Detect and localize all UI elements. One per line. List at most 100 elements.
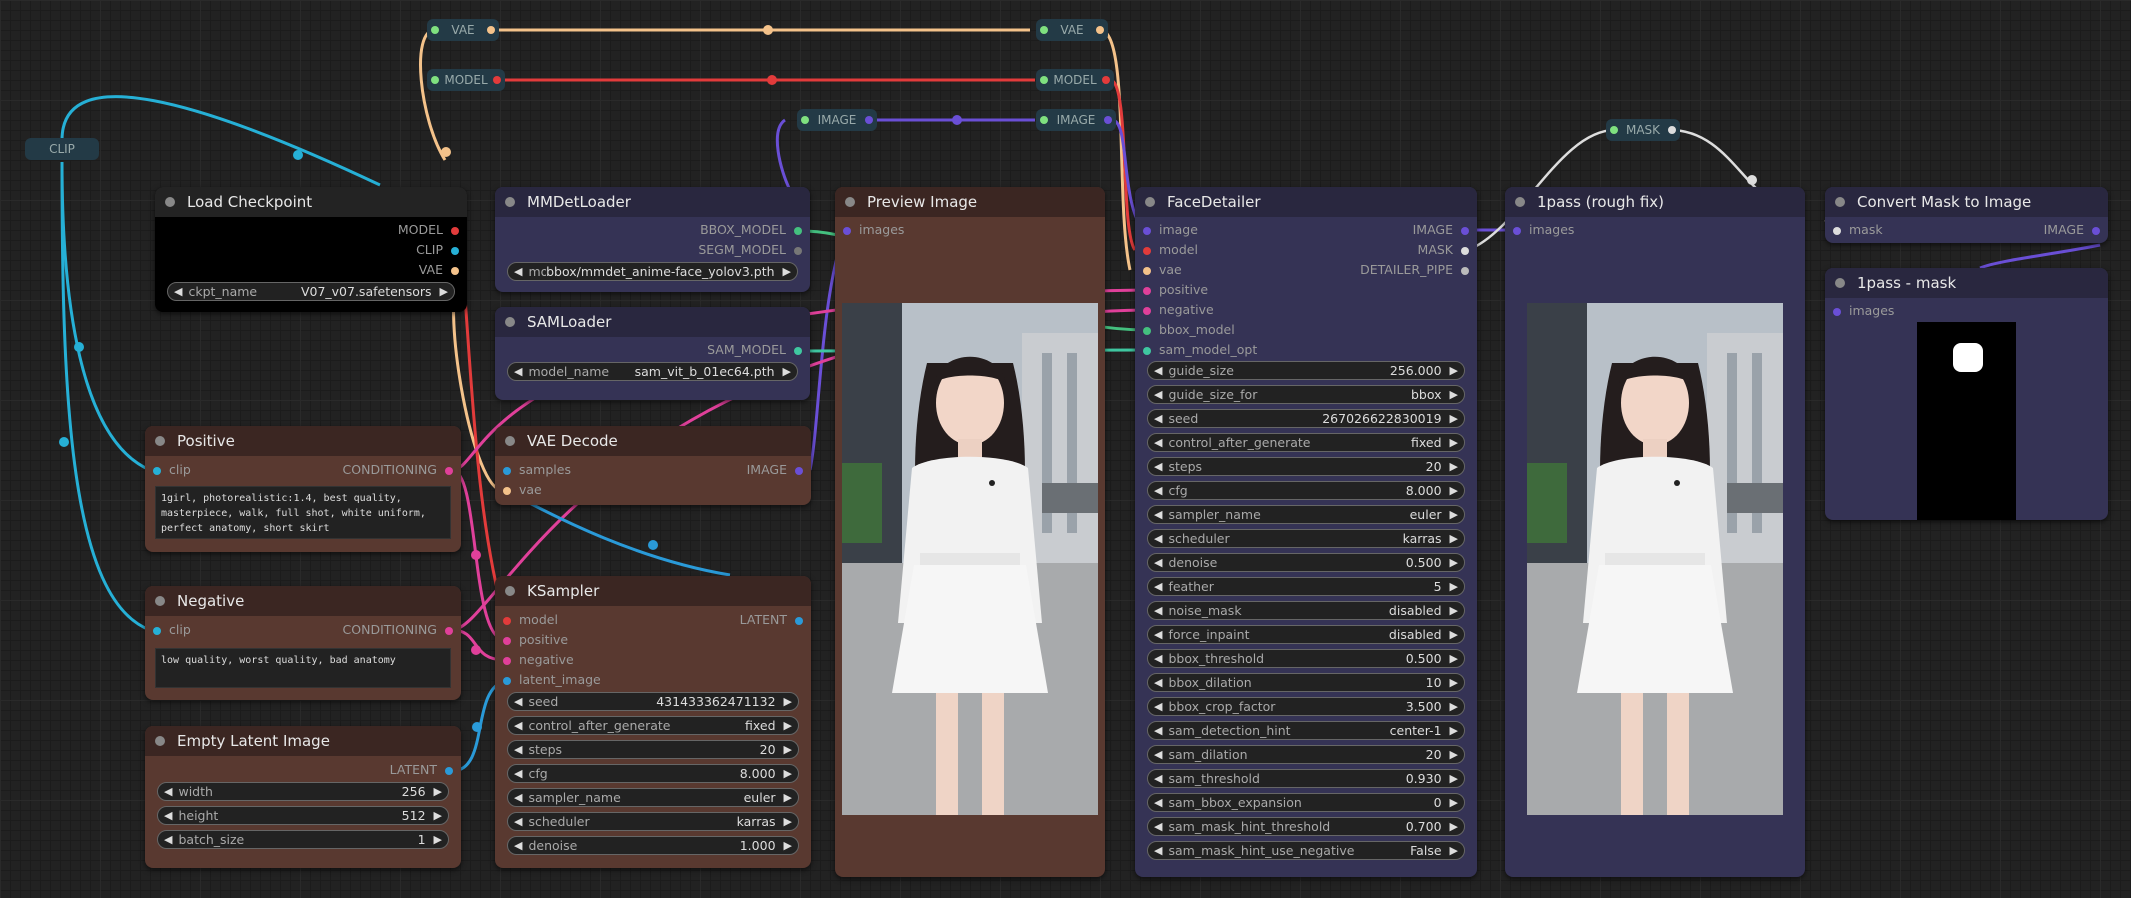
arrow-right-icon[interactable]: ▶	[1450, 724, 1458, 737]
input-positive[interactable]: positive	[1143, 282, 1208, 298]
collapse-dot[interactable]	[505, 586, 515, 596]
arrow-right-icon[interactable]: ▶	[1450, 508, 1458, 521]
sam-bbox-expansion-widget[interactable]: ◀ sam_bbox_expansion 0 ▶	[1147, 793, 1465, 812]
arrow-left-icon[interactable]: ◀	[1154, 628, 1162, 641]
arrow-left-icon[interactable]: ◀	[514, 767, 522, 780]
arrow-left-icon[interactable]: ◀	[1154, 532, 1162, 545]
conditioning-dot[interactable]	[503, 636, 511, 645]
arrow-right-icon[interactable]: ▶	[1450, 748, 1458, 761]
output-model[interactable]: MODEL	[398, 222, 459, 238]
arrow-left-icon[interactable]: ◀	[514, 365, 522, 378]
mmdet-model-combo[interactable]: ◀model_namebbox/mmdet_anime-face_yolov3.…	[507, 262, 798, 281]
image-in-dot[interactable]	[801, 116, 809, 124]
conditioning-dot[interactable]	[503, 656, 511, 665]
cfg-widget[interactable]: ◀ cfg 8.000 ▶	[1147, 481, 1465, 500]
collapse-dot[interactable]	[1515, 197, 1525, 207]
output-segm-model[interactable]: SEGM_MODEL	[698, 242, 802, 258]
noise-mask-widget[interactable]: ◀ noise_mask disabled ▶	[1147, 601, 1465, 620]
collapse-dot[interactable]	[155, 596, 165, 606]
reroute-image-left[interactable]: IMAGE	[797, 109, 877, 131]
bbox-dot[interactable]	[794, 226, 802, 235]
sam-mask-hint-use-negative-widget[interactable]: ◀ sam_mask_hint_use_negative False ▶	[1147, 841, 1465, 860]
image-dot[interactable]	[1143, 226, 1151, 235]
arrow-right-icon[interactable]: ▶	[783, 365, 791, 378]
output-bbox-model[interactable]: BBOX_MODEL	[700, 222, 802, 238]
sam-detection-hint-widget[interactable]: ◀ sam_detection_hint center-1 ▶	[1147, 721, 1465, 740]
sampler-name-widget[interactable]: ◀ sampler_name euler ▶	[1147, 505, 1465, 524]
output-conditioning[interactable]: CONDITIONING	[343, 462, 453, 478]
node-title[interactable]: 1pass - mask	[1825, 268, 2108, 298]
arrow-left-icon[interactable]: ◀	[1154, 820, 1162, 833]
latent-dot[interactable]	[503, 466, 511, 475]
guide-size-widget[interactable]: ◀ guide_size 256.000 ▶	[1147, 361, 1465, 380]
node-title[interactable]: 1pass (rough fix)	[1505, 187, 1805, 217]
arrow-right-icon[interactable]: ▶	[1450, 556, 1458, 569]
vae-in-dot[interactable]	[1040, 26, 1048, 34]
arrow-left-icon[interactable]: ◀	[1154, 508, 1162, 521]
node-title[interactable]: Preview Image	[835, 187, 1105, 217]
node-title[interactable]: Positive	[145, 426, 461, 456]
node-title[interactable]: MMDetLoader	[495, 187, 810, 217]
reroute-vae-left[interactable]: VAE	[427, 19, 499, 41]
load-checkpoint-node[interactable]: Load Checkpoint MODEL CLIP VAE ◀ ckpt_nam…	[155, 187, 467, 312]
input-latent-image[interactable]: latent_image	[503, 672, 601, 688]
reroute-clip[interactable]: CLIP	[25, 138, 99, 160]
input-images[interactable]: images	[1833, 303, 1894, 319]
arrow-right-icon[interactable]: ▶	[784, 767, 792, 780]
mask-preview-image[interactable]	[1917, 322, 2016, 520]
output-conditioning[interactable]: CONDITIONING	[343, 622, 453, 638]
vae-dot[interactable]	[451, 266, 459, 275]
arrow-left-icon[interactable]: ◀	[514, 719, 522, 732]
guide-size-for-widget[interactable]: ◀ guide_size_for bbox ▶	[1147, 385, 1465, 404]
scheduler-widget[interactable]: ◀ scheduler karras ▶	[507, 812, 799, 831]
input-image[interactable]: image	[1143, 222, 1198, 238]
node-title[interactable]: Load Checkpoint	[155, 187, 467, 217]
model-dot[interactable]	[503, 616, 511, 625]
input-images[interactable]: images	[843, 222, 904, 238]
arrow-left-icon[interactable]: ◀	[1154, 412, 1162, 425]
model-out-dot[interactable]	[493, 76, 501, 84]
arrow-right-icon[interactable]: ▶	[784, 695, 792, 708]
ckpt-name-combo[interactable]: ◀ ckpt_name V07_v07.safetensors ▶	[167, 282, 455, 301]
output-vae[interactable]: VAE	[419, 262, 459, 278]
collapse-dot[interactable]	[165, 197, 175, 207]
arrow-left-icon[interactable]: ◀	[174, 285, 182, 298]
arrow-left-icon[interactable]: ◀	[1154, 844, 1162, 857]
arrow-right-icon[interactable]: ▶	[784, 791, 792, 804]
sam-loader-node[interactable]: SAMLoader SAM_MODEL ◀ model_name sam_vit_b…	[495, 307, 810, 400]
arrow-right-icon[interactable]: ▶	[1450, 604, 1458, 617]
arrow-left-icon[interactable]: ◀	[1154, 604, 1162, 617]
node-title[interactable]: FaceDetailer	[1135, 187, 1477, 217]
input-mask[interactable]: mask	[1833, 222, 1883, 238]
output-mask[interactable]: MASK	[1418, 242, 1469, 258]
arrow-right-icon[interactable]: ▶	[1450, 532, 1458, 545]
latent-dot[interactable]	[445, 766, 453, 775]
collapse-dot[interactable]	[1835, 278, 1845, 288]
arrow-left-icon[interactable]: ◀	[1154, 796, 1162, 809]
arrow-right-icon[interactable]: ▶	[1450, 844, 1458, 857]
positive-prompt-text[interactable]: 1girl, photorealistic:1.4, best quality,…	[155, 486, 451, 539]
arrow-left-icon[interactable]: ◀	[1154, 388, 1162, 401]
arrow-right-icon[interactable]: ▶	[1450, 460, 1458, 473]
image-dot[interactable]	[2092, 226, 2100, 235]
vae-in-dot[interactable]	[431, 26, 439, 34]
vae-dot[interactable]	[503, 486, 511, 495]
input-negative[interactable]: negative	[1143, 302, 1214, 318]
arrow-right-icon[interactable]: ▶	[783, 265, 791, 278]
mmdet-loader-node[interactable]: MMDetLoader BBOX_MODEL SEGM_MODEL ◀model…	[495, 187, 810, 292]
vae-out-dot[interactable]	[487, 26, 495, 34]
sam-dot[interactable]	[794, 346, 802, 355]
denoise-widget[interactable]: ◀ denoise 0.500 ▶	[1147, 553, 1465, 572]
latent-dot[interactable]	[503, 676, 511, 685]
force-inpaint-widget[interactable]: ◀ force_inpaint disabled ▶	[1147, 625, 1465, 644]
conditioning-dot[interactable]	[445, 466, 453, 475]
arrow-left-icon[interactable]: ◀	[1154, 484, 1162, 497]
seed-widget[interactable]: ◀ seed 431433362471132 ▶	[507, 692, 799, 711]
steps-widget[interactable]: ◀ steps 20 ▶	[507, 740, 799, 759]
input-vae[interactable]: vae	[1143, 262, 1182, 278]
pass-mask-node[interactable]: 1pass - mask images	[1825, 268, 2108, 520]
arrow-left-icon[interactable]: ◀	[1154, 364, 1162, 377]
convert-mask-to-image-node[interactable]: Convert Mask to Image mask IMAGE	[1825, 187, 2108, 243]
arrow-left-icon[interactable]: ◀	[1154, 748, 1162, 761]
arrow-left-icon[interactable]: ◀	[1154, 700, 1162, 713]
